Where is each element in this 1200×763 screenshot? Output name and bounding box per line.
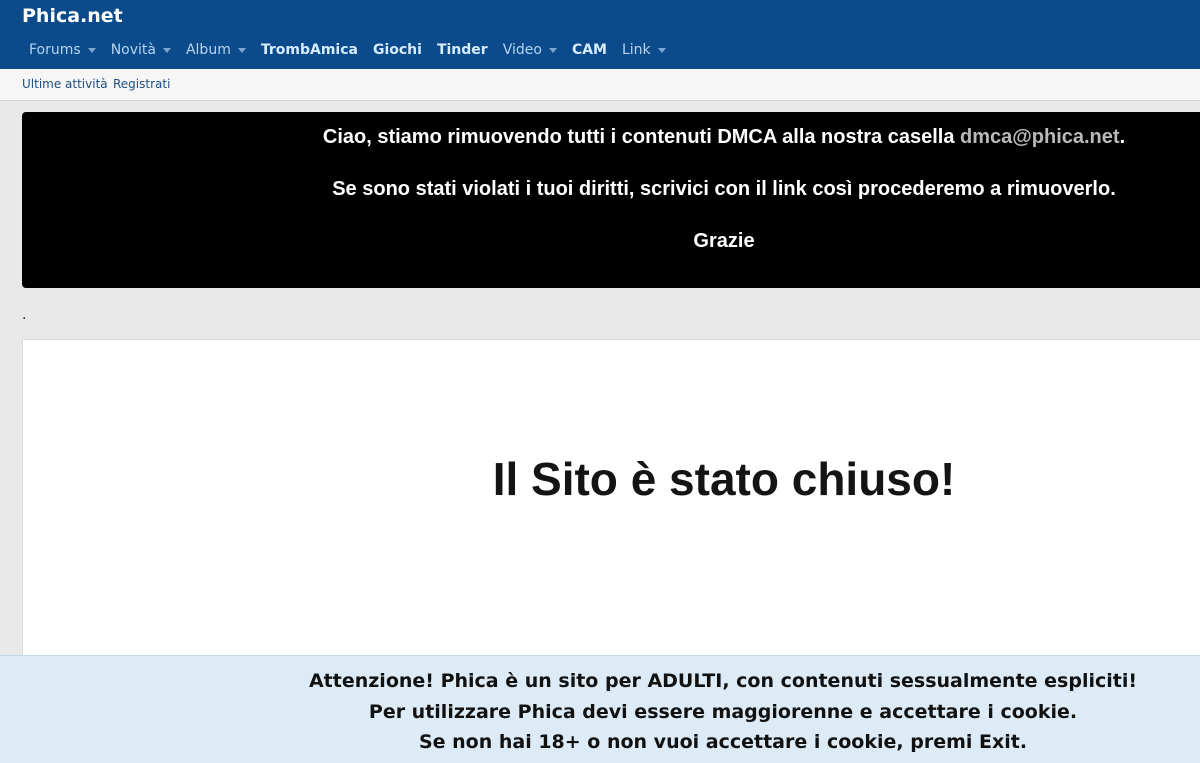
dmca-notice-line-1: Ciao, stiamo rimuovendo tutti i contenut… bbox=[22, 126, 1200, 149]
nav-item-label: TrombAmica bbox=[260, 42, 358, 58]
age-cookie-notice: Attenzione! Phica è un sito per ADULTI, … bbox=[0, 655, 1200, 763]
register-link[interactable]: Registrati bbox=[113, 77, 170, 91]
nav-item-label: Video bbox=[502, 42, 542, 58]
nav-item-novit-[interactable]: Novità bbox=[111, 42, 171, 58]
nav-item-label: Giochi bbox=[372, 42, 422, 58]
site-closed-title: Il Sito è stato chiuso! bbox=[492, 453, 956, 505]
separator-dot: . bbox=[22, 306, 27, 323]
dmca-notice: Ciao, stiamo rimuovendo tutti i contenut… bbox=[22, 112, 1200, 288]
chevron-down-icon[interactable] bbox=[237, 47, 246, 53]
nav-item-label: Album bbox=[185, 42, 231, 58]
dmca-notice-period: . bbox=[1119, 126, 1126, 148]
main-panel: Il Sito è stato chiuso! bbox=[22, 339, 1200, 669]
recent-activity-link[interactable]: Ultime attività bbox=[22, 77, 108, 91]
nav-item-label: Forums bbox=[29, 42, 81, 58]
dmca-notice-text: Ciao, stiamo rimuovendo tutti i contenut… bbox=[322, 126, 961, 148]
chevron-down-icon[interactable] bbox=[548, 47, 557, 53]
nav-item-trombamica[interactable]: TrombAmica bbox=[261, 42, 358, 58]
top-header: Phica.net Forums Novità Album TrombAmica Gio… bbox=[0, 0, 1200, 69]
nav-item-label: Tinder bbox=[436, 42, 488, 58]
chevron-down-icon[interactable] bbox=[657, 47, 666, 53]
nav-item-label: Link bbox=[621, 42, 651, 58]
nav-item-tinder[interactable]: Tinder bbox=[437, 42, 488, 58]
nav-item-cam[interactable]: CAM bbox=[572, 42, 607, 58]
chevron-down-icon[interactable] bbox=[162, 47, 171, 53]
nav-item-link[interactable]: Link bbox=[622, 42, 666, 58]
cookie-notice-line-2: Per utilizzare Phica devi essere maggior… bbox=[368, 701, 1078, 723]
nav-item-label: Novità bbox=[110, 42, 156, 58]
sub-nav: Ultime attività Registrati bbox=[0, 69, 1200, 101]
dmca-notice-thanks: Grazie bbox=[693, 230, 755, 252]
nav-item-forums[interactable]: Forums bbox=[29, 42, 96, 58]
nav-item-video[interactable]: Video bbox=[503, 42, 557, 58]
nav-item-label: CAM bbox=[571, 42, 607, 58]
chevron-down-icon[interactable] bbox=[87, 47, 96, 53]
nav-item-album[interactable]: Album bbox=[186, 42, 246, 58]
dmca-notice-line-2: Se sono stati violati i tuoi diritti, sc… bbox=[332, 178, 1116, 200]
cookie-notice-line-3: Se non hai 18+ o non vuoi accettare i co… bbox=[418, 731, 1028, 753]
main-nav: Forums Novità Album TrombAmica Giochi Tinder V… bbox=[22, 40, 681, 60]
site-logo[interactable]: Phica.net bbox=[22, 5, 123, 27]
nav-item-giochi[interactable]: Giochi bbox=[373, 42, 422, 58]
cookie-notice-line-1: Attenzione! Phica è un sito per ADULTI, … bbox=[308, 670, 1138, 692]
dmca-email-link[interactable]: dmca@phica.net bbox=[960, 126, 1120, 148]
